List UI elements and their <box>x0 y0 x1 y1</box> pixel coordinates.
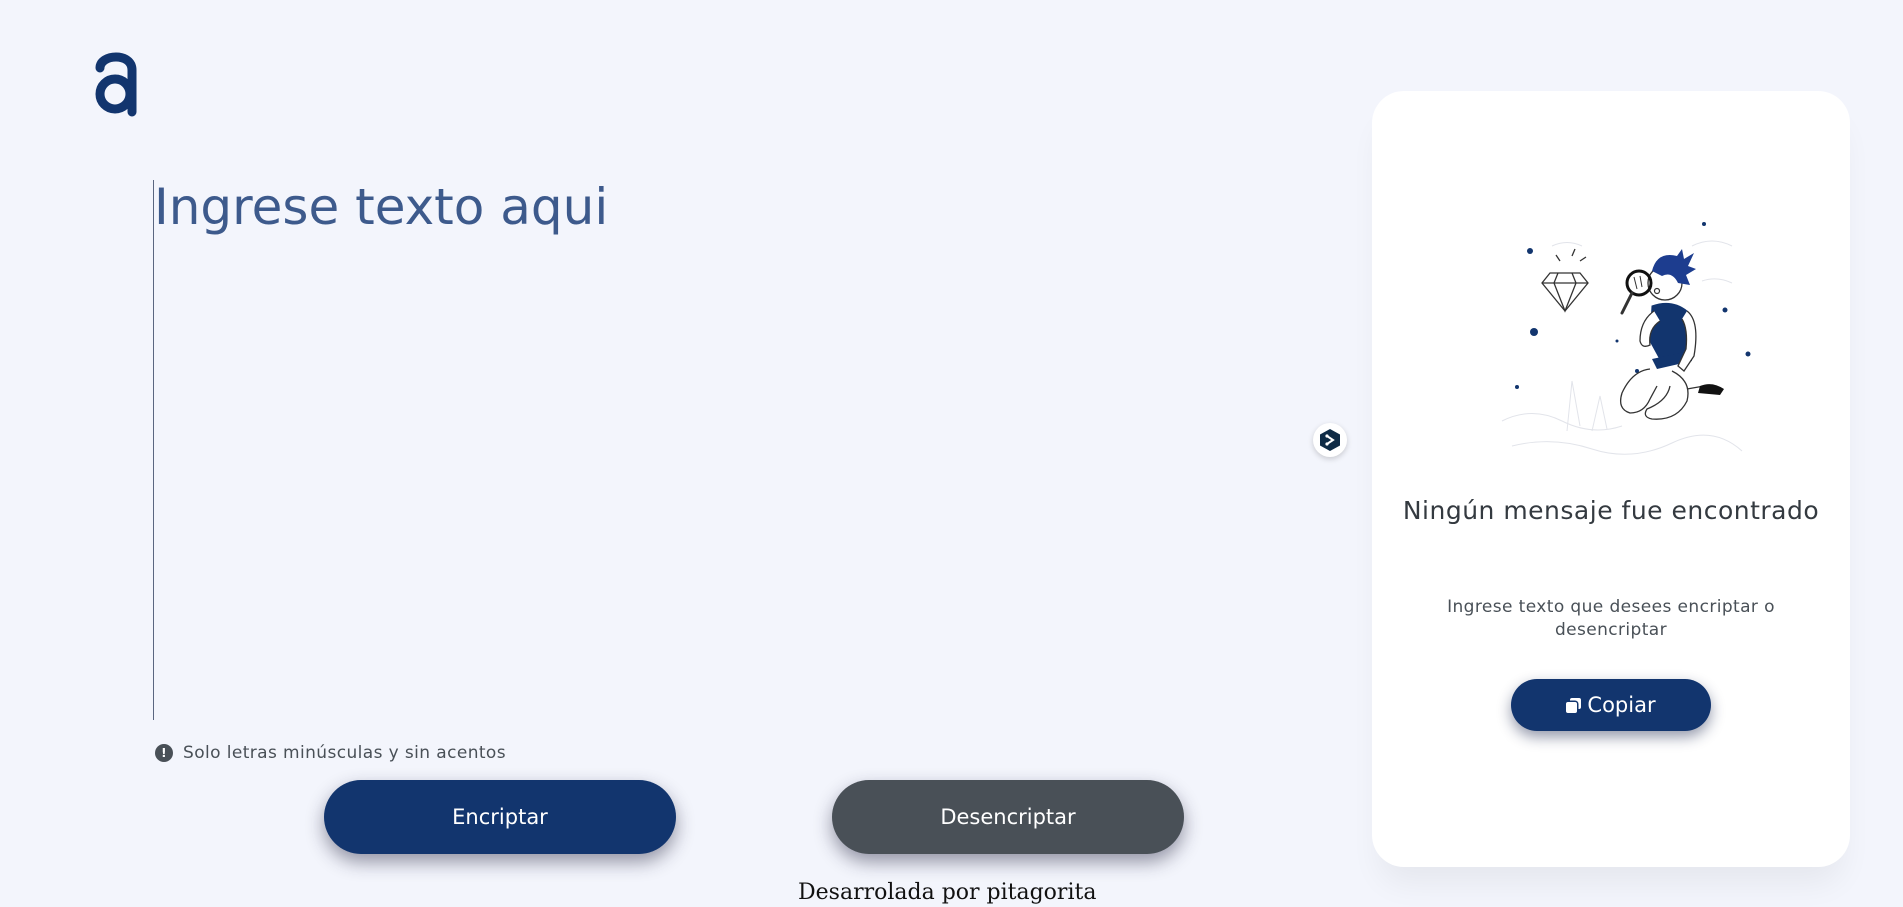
footer-text: Desarrolada por pitagorita <box>798 880 1097 905</box>
result-panel: Ningún mensaje fue encontrado Ingrese te… <box>1372 91 1850 867</box>
exclamation-circle-icon: ! <box>155 744 173 762</box>
decrypt-button[interactable]: Desencriptar <box>832 780 1184 854</box>
empty-state-title: Ningún mensaje fue encontrado <box>1402 496 1820 525</box>
copy-icon <box>1566 697 1582 713</box>
text-input[interactable] <box>153 180 1253 720</box>
copy-button[interactable]: Copiar <box>1511 679 1711 731</box>
warning-message: ! Solo letras minúsculas y sin acentos <box>155 743 506 763</box>
warning-text: Solo letras minúsculas y sin acentos <box>183 743 506 763</box>
extension-button[interactable] <box>1313 423 1347 457</box>
empty-state-description: Ingrese texto que desees encriptar o des… <box>1447 597 1775 640</box>
translate-extension-icon <box>1320 429 1340 451</box>
encrypt-button[interactable]: Encriptar <box>324 780 676 854</box>
copy-button-label: Copiar <box>1587 693 1656 717</box>
person-with-magnifying-glass-illustration <box>1501 222 1751 455</box>
logo-icon <box>95 52 137 117</box>
